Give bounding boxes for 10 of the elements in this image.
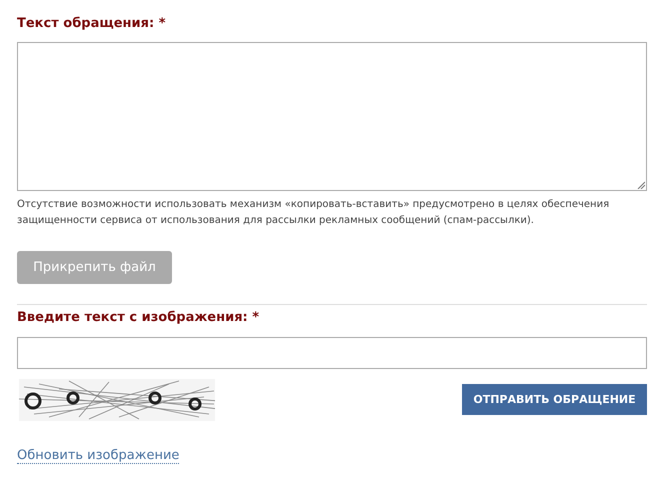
submit-button[interactable]: ОТПРАВИТЬ ОБРАЩЕНИЕ: [462, 384, 647, 415]
field-label: Текст обращения: *: [17, 15, 167, 33]
required-mark: *: [252, 310, 260, 325]
hint-text: Отсутствие возможности использовать механизм «копировать-вставить» предусмотрено в целях обеспечения защищенности сервиса от использования для рассылки рекламных сообщений (спам-рассылки).: [17, 198, 610, 228]
resize-grip-icon: [637, 181, 645, 189]
refresh-image-link[interactable]: Обновить изображение: [17, 448, 180, 464]
captcha-field[interactable]: [17, 337, 647, 369]
message-field[interactable]: [17, 42, 647, 191]
field-label: Введите текст с изображения: *: [17, 309, 260, 327]
required-mark: *: [158, 16, 166, 31]
